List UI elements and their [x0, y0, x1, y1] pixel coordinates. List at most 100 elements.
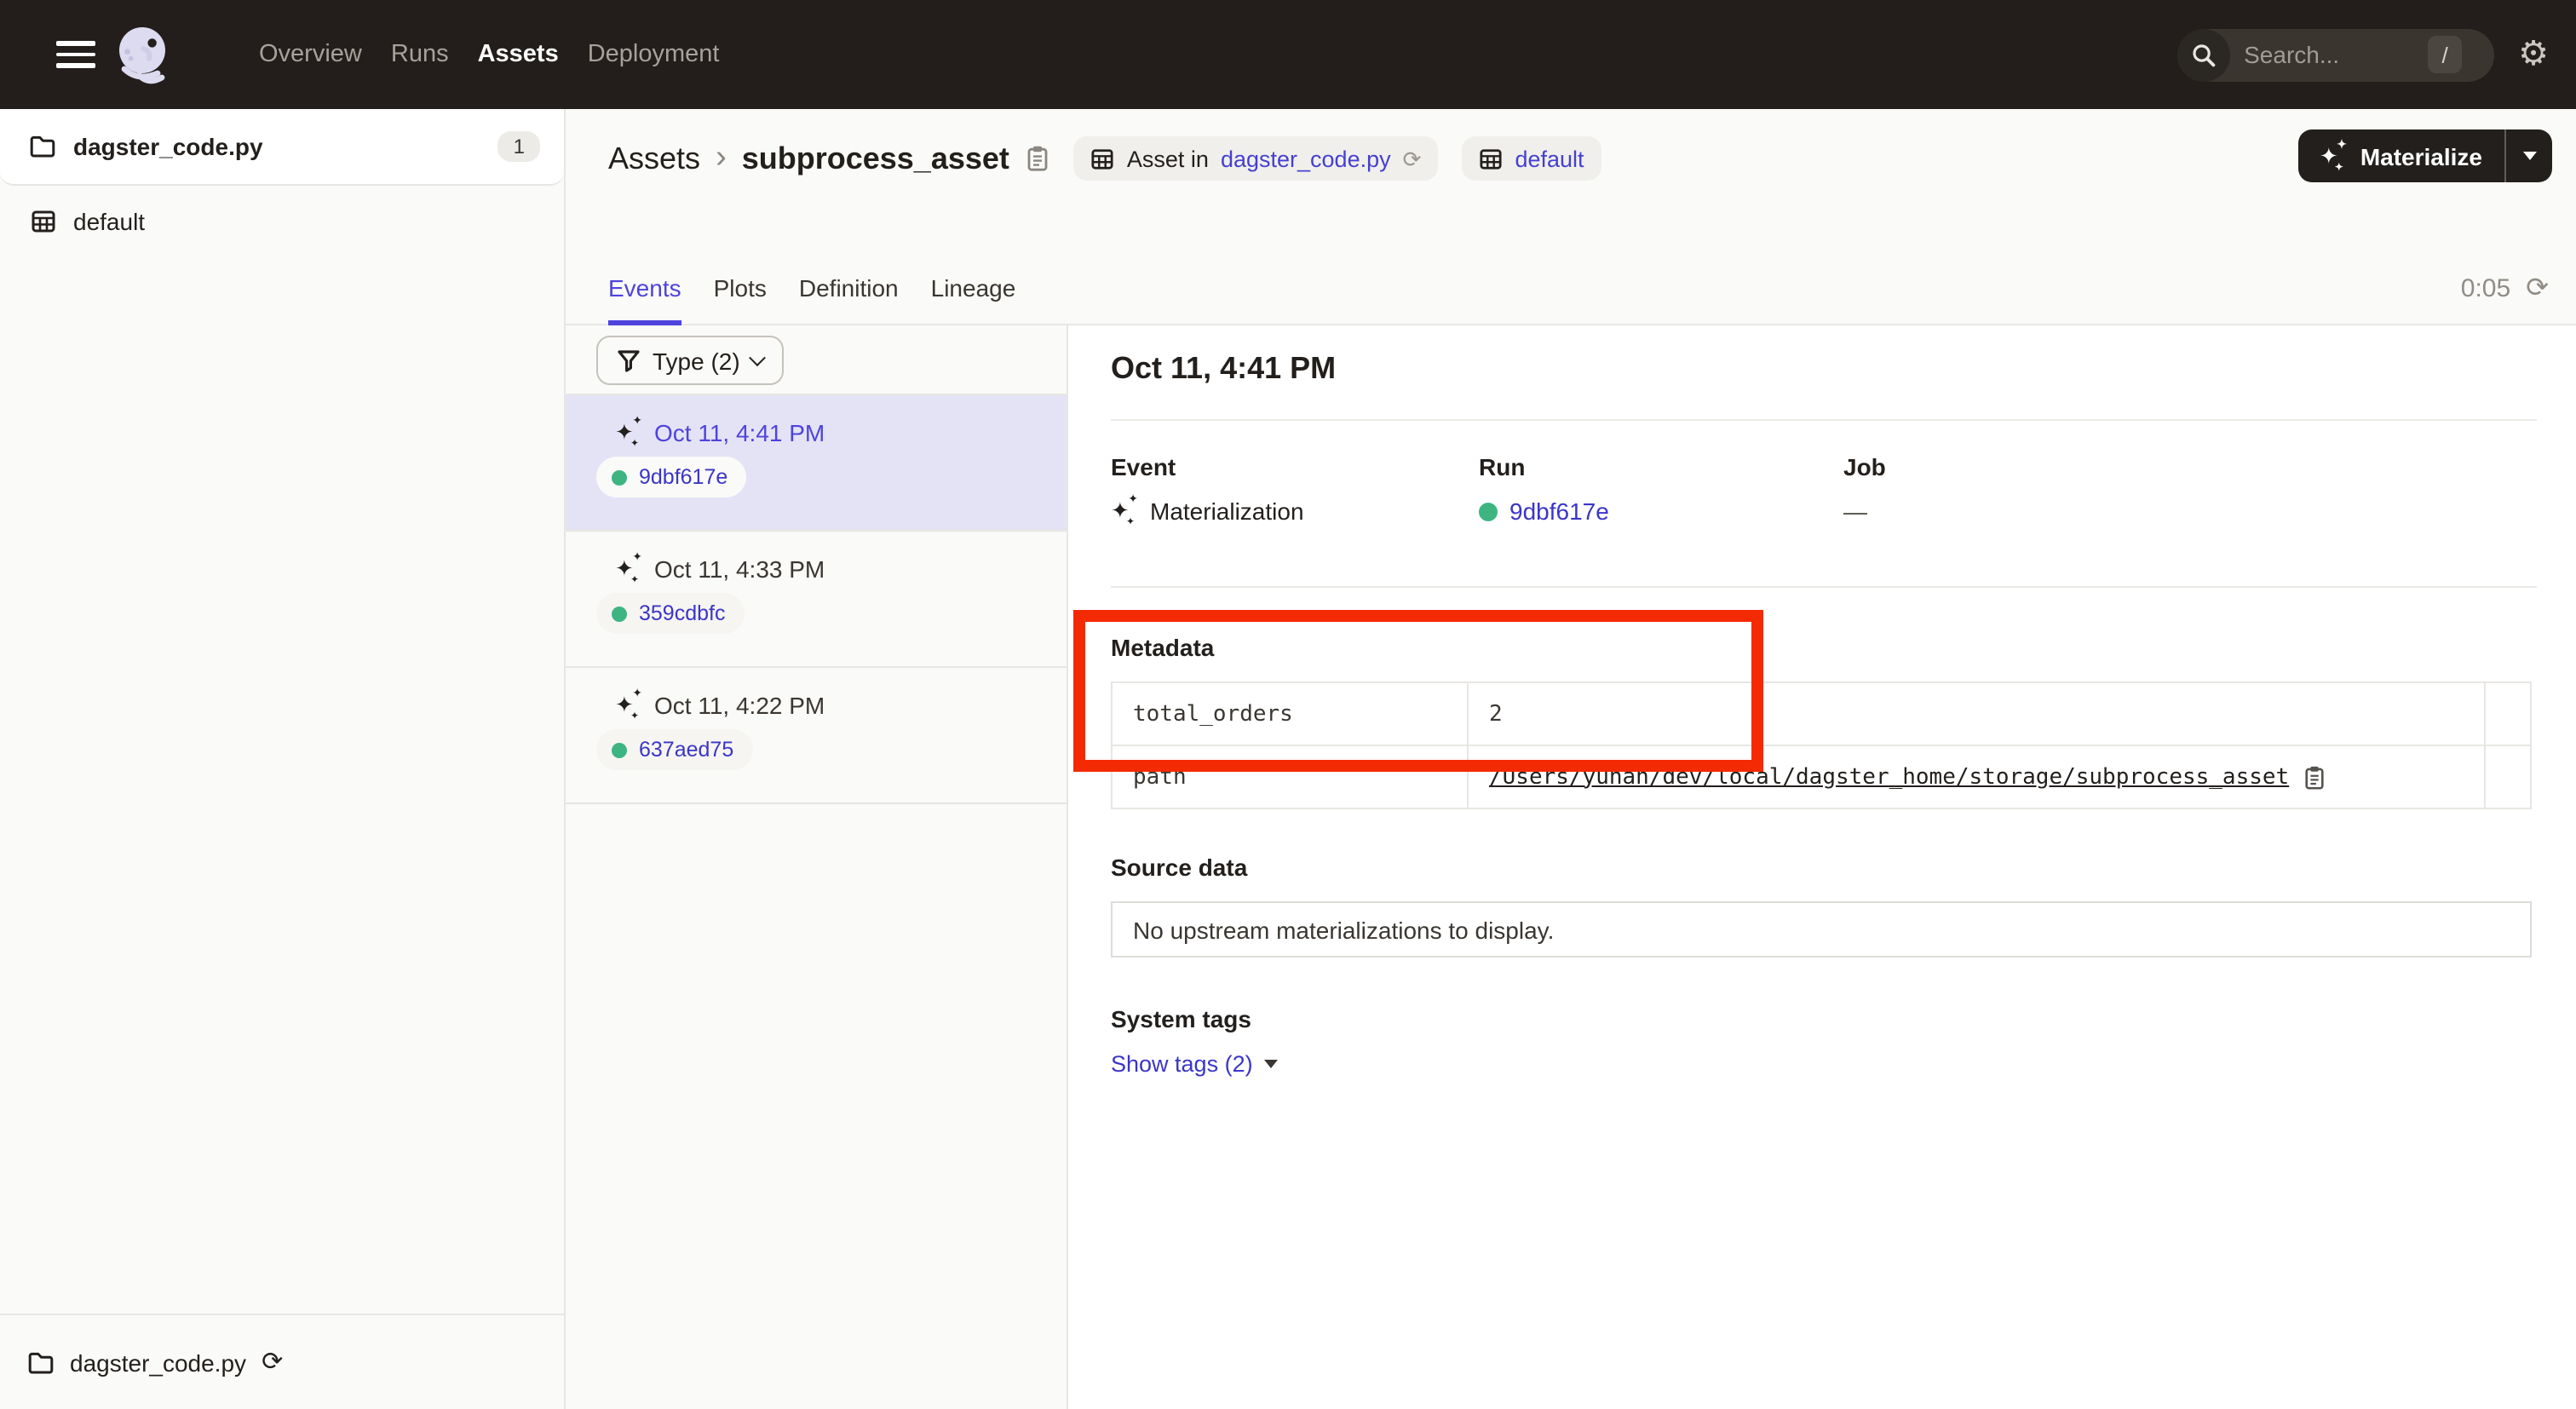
materialization-sparkle-icon: ✦ — [615, 419, 642, 446]
event-type: Materialization — [1150, 497, 1304, 525]
folder-icon — [27, 1350, 55, 1374]
event-timestamp: Oct 11, 4:41 PM — [654, 419, 825, 446]
tab-definition[interactable]: Definition — [799, 274, 899, 325]
breadcrumb-separator: › — [716, 140, 727, 177]
settings-gear-icon[interactable]: ⚙ — [2518, 37, 2549, 72]
breadcrumb: Assets › subprocess_asset — [608, 136, 1601, 181]
materialization-sparkle-icon: ✦ — [615, 692, 642, 719]
tab-events[interactable]: Events — [608, 274, 681, 325]
sidebar-item-code-location[interactable]: dagster_code.py 1 — [0, 109, 564, 186]
refresh-countdown: 0:05 — [2461, 274, 2510, 303]
app-window: Overview Runs Assets Deployment / ⚙ — [0, 0, 2576, 1409]
event-list-item[interactable]: ✦ Oct 11, 4:33 PM 359cdbfc — [566, 532, 1067, 668]
metadata-table: total_orders 2 path /Users/yuhan/dev/loc… — [1111, 681, 2532, 809]
search-box[interactable]: / — [2177, 28, 2494, 81]
asset-group-name: default — [73, 208, 145, 235]
chevron-down-icon — [2522, 152, 2536, 160]
source-data-heading: Source data — [1111, 850, 2537, 884]
event-timestamp: Oct 11, 4:22 PM — [654, 692, 825, 719]
materialize-button-group: ✦ Materialize — [2299, 129, 2552, 182]
folder-icon — [29, 135, 56, 158]
group-link[interactable]: default — [1515, 146, 1584, 171]
sidebar-footer-code-location[interactable]: dagster_code.py ⟳ — [0, 1314, 564, 1409]
top-nav: Overview Runs Assets Deployment — [259, 41, 719, 68]
run-id-link[interactable]: 637aed75 — [639, 738, 733, 762]
nav-deployment[interactable]: Deployment — [588, 41, 720, 68]
run-label: Run — [1479, 453, 1843, 480]
search-input[interactable] — [2244, 41, 2428, 68]
search-icon — [2177, 28, 2230, 81]
reload-icon[interactable]: ⟳ — [1403, 147, 1422, 170]
materialization-sparkle-icon: ✦ — [1111, 497, 1138, 525]
materialize-sparkle-icon: ✦ — [2320, 142, 2347, 170]
code-location-name: dagster_code.py — [73, 133, 263, 160]
sidebar-item-default-group[interactable]: default — [0, 186, 564, 257]
group-grid-icon — [1479, 147, 1503, 170]
table-row: total_orders 2 — [1112, 682, 2531, 745]
tab-lineage[interactable]: Lineage — [931, 274, 1016, 325]
asset-tabs: Events Plots Definition Lineage — [608, 274, 1015, 325]
hamburger-menu-icon[interactable] — [56, 41, 95, 68]
run-status-dot — [612, 469, 627, 485]
run-pill[interactable]: 637aed75 — [596, 729, 752, 770]
refresh-timer: 0:05 ⟳ — [2461, 274, 2549, 303]
event-info-grid: Event ✦ Materialization Run 9dbf617e — [1111, 453, 2537, 526]
run-id-link[interactable]: 9dbf617e — [1509, 497, 1609, 525]
events-filter-area: Type (2) — [566, 325, 1067, 395]
nav-assets[interactable]: Assets — [478, 41, 559, 68]
reload-code-location-icon[interactable]: ⟳ — [262, 1349, 283, 1375]
source-data-empty-state: No upstream materializations to display. — [1111, 901, 2532, 958]
event-list-item[interactable]: ✦ Oct 11, 4:41 PM 9dbf617e — [566, 395, 1067, 532]
asset-in-label: Asset in — [1127, 146, 1209, 171]
page-title: subprocess_asset — [742, 141, 1009, 176]
run-status-dot — [612, 606, 627, 621]
caret-down-icon — [1265, 1059, 1279, 1067]
system-tags-heading: System tags — [1111, 1002, 2537, 1036]
run-id-link[interactable]: 359cdbfc — [639, 601, 725, 625]
copy-asset-name-icon[interactable] — [1026, 145, 1050, 172]
breadcrumb-assets-link[interactable]: Assets — [608, 141, 700, 176]
event-detail-panel: Oct 11, 4:41 PM Event ✦ Materialization … — [1068, 325, 2576, 1409]
event-timestamp: Oct 11, 4:33 PM — [654, 555, 825, 583]
run-status-dot — [612, 742, 627, 757]
job-value: — — [1843, 497, 1867, 525]
materialize-dropdown-button[interactable] — [2506, 129, 2552, 182]
asset-count-badge: 1 — [498, 131, 540, 162]
nav-overview[interactable]: Overview — [259, 41, 362, 68]
asset-page-header: Assets › subprocess_asset — [566, 109, 2576, 325]
metadata-heading: Metadata — [1111, 630, 2537, 664]
asset-grid-icon — [1091, 147, 1115, 170]
show-tags-toggle[interactable]: Show tags (2) — [1111, 1048, 2537, 1078]
run-status-dot — [1479, 502, 1498, 520]
metadata-key: total_orders — [1112, 682, 1468, 745]
main-content: Assets › subprocess_asset — [566, 109, 2576, 1409]
path-link[interactable]: /Users/yuhan/dev/local/dagster_home/stor… — [1489, 764, 2289, 790]
event-list-item[interactable]: ✦ Oct 11, 4:22 PM 637aed75 — [566, 668, 1067, 804]
materialize-button[interactable]: ✦ Materialize — [2299, 129, 2506, 182]
run-pill[interactable]: 9dbf617e — [596, 457, 746, 497]
nav-runs[interactable]: Runs — [391, 41, 449, 68]
filter-funnel-icon — [617, 348, 641, 372]
footer-code-location-name: dagster_code.py — [70, 1349, 246, 1376]
code-location-link[interactable]: dagster_code.py — [1221, 146, 1391, 171]
metadata-value: 2 — [1468, 682, 2485, 745]
event-label: Event — [1111, 453, 1479, 480]
job-label: Job — [1843, 453, 2537, 480]
top-navigation-bar: Overview Runs Assets Deployment / ⚙ — [0, 0, 2576, 109]
asset-group-pill[interactable]: default — [1462, 136, 1601, 181]
asset-sidebar: dagster_code.py 1 default — [0, 109, 566, 1409]
search-shortcut-badge: / — [2428, 36, 2462, 73]
run-pill[interactable]: 359cdbfc — [596, 593, 744, 634]
asset-in-code-location-pill[interactable]: Asset in dagster_code.py ⟳ — [1074, 136, 1439, 181]
tab-plots[interactable]: Plots — [714, 274, 767, 325]
run-id-link[interactable]: 9dbf617e — [639, 465, 727, 489]
table-row: path /Users/yuhan/dev/local/dagster_home… — [1112, 745, 2531, 808]
dagster-logo-icon[interactable] — [109, 20, 177, 89]
type-filter-button[interactable]: Type (2) — [596, 336, 785, 385]
materialization-sparkle-icon: ✦ — [615, 555, 642, 583]
metadata-key: path — [1112, 745, 1468, 808]
chevron-down-icon — [750, 349, 767, 366]
asset-group-icon — [31, 210, 56, 233]
refresh-icon[interactable]: ⟳ — [2526, 275, 2549, 302]
copy-path-icon[interactable] — [2303, 764, 2325, 790]
